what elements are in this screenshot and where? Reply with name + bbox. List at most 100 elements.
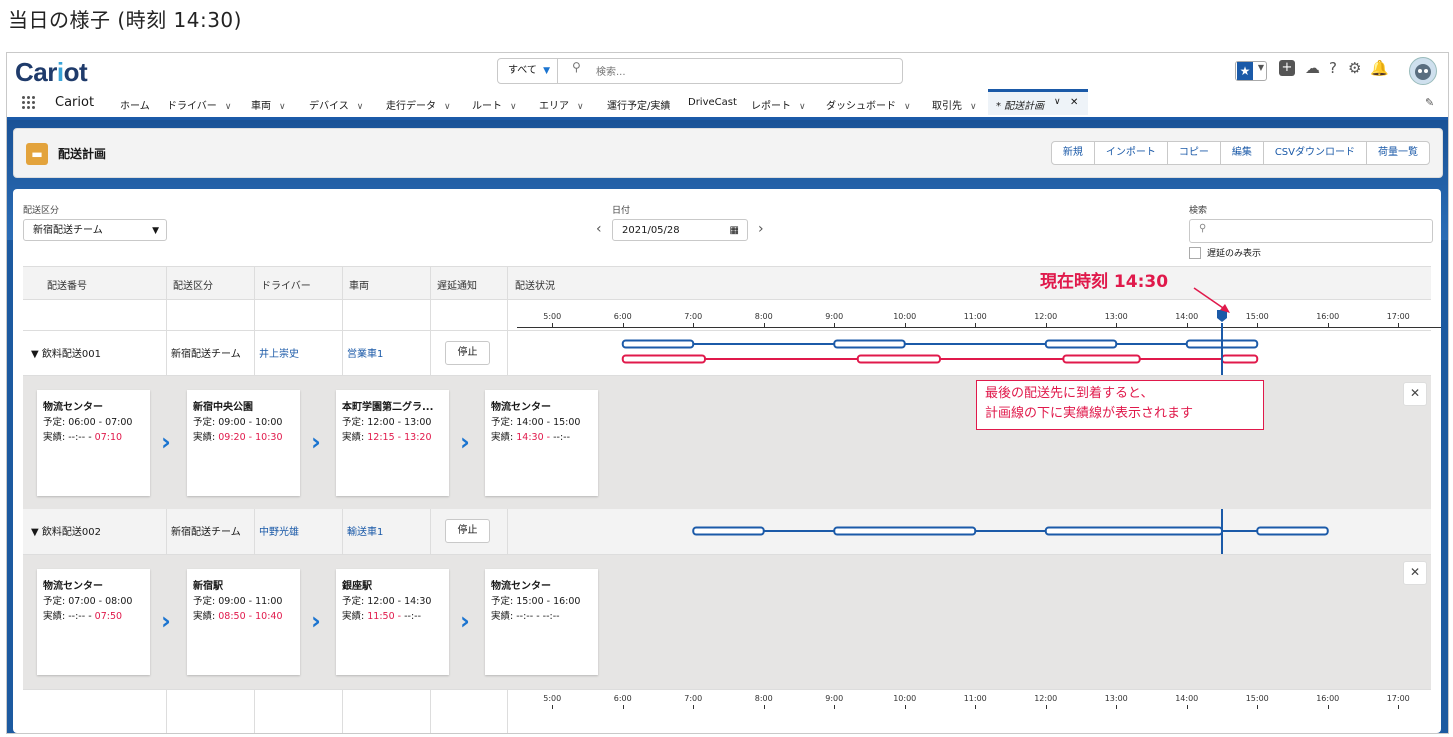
- nav-item-2[interactable]: 車両 ∨: [251, 97, 286, 112]
- new-button[interactable]: 新規: [1052, 142, 1094, 164]
- tick-label: 7:00: [684, 694, 703, 703]
- nav-item-6[interactable]: エリア ∨: [539, 97, 584, 112]
- actual-segment[interactable]: [621, 354, 706, 364]
- chevron-down-icon[interactable]: ∨: [799, 102, 806, 112]
- category-select[interactable]: 新宿配送チーム ▼: [23, 219, 167, 241]
- nav-item-11[interactable]: 取引先 ∨: [932, 97, 977, 112]
- nav-item-1[interactable]: ドライバー ∨: [167, 97, 231, 112]
- nav-item-7[interactable]: 運行予定/実績: [607, 97, 670, 112]
- nav-item-4[interactable]: 走行データ ∨: [386, 97, 451, 112]
- vehicle-link[interactable]: 輸送車1: [347, 523, 383, 538]
- stop-card[interactable]: 新宿駅 予定: 09:00 - 11:00 実績: 08:50 - 10:40: [187, 569, 300, 675]
- nav-item-label: レポート: [751, 101, 791, 112]
- edit-button[interactable]: 編集: [1219, 142, 1263, 164]
- favorites-button[interactable]: ★ ▼: [1235, 61, 1267, 81]
- tick-mark: [622, 705, 624, 709]
- copy-button[interactable]: コピー: [1166, 142, 1220, 164]
- plan-segment[interactable]: [621, 339, 695, 349]
- close-icon[interactable]: ✕: [1403, 382, 1427, 406]
- nav-item-0[interactable]: ホーム: [120, 97, 150, 112]
- csv-download-button[interactable]: CSVダウンロード: [1262, 142, 1366, 164]
- chevron-down-icon[interactable]: ∨: [577, 102, 584, 112]
- nav-item-3[interactable]: デバイス ∨: [309, 97, 363, 112]
- vehicle-link[interactable]: 営業車1: [347, 345, 383, 360]
- plan-segment[interactable]: [1044, 339, 1118, 349]
- avatar[interactable]: [1409, 57, 1437, 85]
- stop-card[interactable]: 物流センター 予定: 06:00 - 07:00 実績: --:-- - 07:10: [37, 390, 150, 496]
- current-time-annotation: 現在時刻 14:30: [1040, 272, 1169, 292]
- col-header-driver[interactable]: ドライバー: [261, 277, 311, 292]
- expand-toggle[interactable]: ▼ 飲料配送001: [31, 345, 101, 360]
- chevron-down-icon[interactable]: ∨: [357, 102, 364, 112]
- chevron-down-icon[interactable]: ∨: [510, 102, 517, 112]
- plan-line: 予定: 12:00 - 14:30: [342, 596, 432, 607]
- actual-line: 実績: 12:15 - 13:20: [342, 432, 432, 443]
- chevron-right-icon: ›: [311, 428, 321, 456]
- stop-name: 物流センター: [491, 581, 551, 592]
- plan-segment[interactable]: [1044, 526, 1223, 536]
- trailhead-icon[interactable]: ☁: [1305, 59, 1320, 77]
- expand-toggle[interactable]: ▼ 飲料配送002: [31, 523, 101, 538]
- driver-link[interactable]: 中野光雄: [259, 523, 299, 538]
- tick-label: 7:00: [684, 312, 703, 321]
- chevron-down-icon: ▼: [1257, 63, 1264, 72]
- stop-name: 銀座駅: [342, 581, 372, 592]
- nav-item-8[interactable]: DriveCast: [688, 97, 737, 108]
- import-button[interactable]: インポート: [1093, 142, 1167, 164]
- cariot-logo[interactable]: Cariot: [15, 57, 88, 88]
- prev-date-icon[interactable]: ‹: [596, 221, 602, 237]
- chevron-down-icon[interactable]: ∨: [279, 102, 286, 112]
- app-launcher-icon[interactable]: [22, 96, 36, 110]
- add-icon[interactable]: +: [1279, 60, 1295, 76]
- col-header-delay[interactable]: 遅延通知: [437, 277, 477, 292]
- nav-item-9[interactable]: レポート ∨: [751, 97, 806, 112]
- chevron-down-icon[interactable]: ∨: [225, 102, 232, 112]
- help-icon[interactable]: ?: [1329, 59, 1337, 77]
- col-header-status[interactable]: 配送状況: [515, 277, 555, 292]
- page-title: 配送計画: [58, 147, 107, 161]
- date-input[interactable]: 2021/05/28 ▦: [612, 219, 748, 241]
- tick-label: 11:00: [963, 694, 987, 703]
- search-scope-select[interactable]: すべて ▼: [498, 59, 558, 83]
- search-input[interactable]: [594, 61, 888, 83]
- tick-label: 9:00: [825, 694, 844, 703]
- gear-icon[interactable]: ⚙: [1348, 59, 1361, 77]
- actual-segment[interactable]: [1062, 354, 1141, 364]
- plan-segment[interactable]: [833, 339, 906, 349]
- plan-segment[interactable]: [692, 526, 765, 536]
- edit-nav-icon[interactable]: ✎: [1425, 96, 1434, 109]
- close-icon[interactable]: ✕: [1403, 561, 1427, 585]
- plan-segment[interactable]: [833, 526, 977, 536]
- stop-card[interactable]: 物流センター 予定: 14:00 - 15:00 実績: 14:30 - --:--: [485, 390, 598, 496]
- close-icon[interactable]: ✕: [1070, 97, 1078, 108]
- actual-segment[interactable]: [1221, 354, 1259, 364]
- nav-item-10[interactable]: ダッシュボード ∨: [826, 97, 911, 112]
- actual-line: 実績: 11:50 - --:--: [342, 611, 422, 622]
- chevron-down-icon[interactable]: ∨: [970, 102, 977, 112]
- col-header-vehicle[interactable]: 車両: [349, 277, 369, 292]
- col-header-category[interactable]: 配送区分: [173, 277, 213, 292]
- driver-link[interactable]: 井上崇史: [259, 345, 299, 360]
- stop-button[interactable]: 停止: [445, 341, 490, 365]
- stop-card[interactable]: 銀座駅予定: 12:00 - 14:30 実績: 11:50 - --:--: [336, 569, 449, 675]
- stop-card[interactable]: 本町学園第二グラ... 予定: 12:00 - 13:00 実績: 12:15 - …: [336, 390, 449, 496]
- chevron-down-icon[interactable]: ∨: [1054, 97, 1061, 107]
- actual-segment[interactable]: [856, 354, 941, 364]
- delay-only-checkbox[interactable]: [1189, 247, 1201, 259]
- stop-button[interactable]: 停止: [445, 519, 490, 543]
- load-list-button[interactable]: 荷量一覧: [1366, 142, 1429, 164]
- chevron-right-icon: ›: [161, 607, 171, 635]
- tab-delivery-plan[interactable]: * 配送計画 ∨ ✕: [988, 89, 1088, 115]
- tick-label: 12:00: [1034, 312, 1058, 321]
- plan-segment[interactable]: [1256, 526, 1329, 536]
- chevron-down-icon[interactable]: ∨: [444, 102, 451, 112]
- chevron-down-icon[interactable]: ∨: [904, 102, 911, 112]
- stop-card[interactable]: 新宿中央公園 予定: 09:00 - 10:00 実績: 09:20 - 10:30: [187, 390, 300, 496]
- next-date-icon[interactable]: ›: [758, 221, 764, 237]
- stop-card[interactable]: 物流センター 予定: 07:00 - 08:00 実績: --:-- - 07:50: [37, 569, 150, 675]
- nav-item-5[interactable]: ルート ∨: [472, 97, 517, 112]
- bell-icon[interactable]: 🔔: [1370, 59, 1389, 77]
- col-header-no[interactable]: 配送番号: [47, 277, 87, 292]
- table-search-input[interactable]: ⚲: [1189, 219, 1433, 243]
- stop-card[interactable]: 物流センター 予定: 15:00 - 16:00 実績: --:-- - --:--: [485, 569, 598, 675]
